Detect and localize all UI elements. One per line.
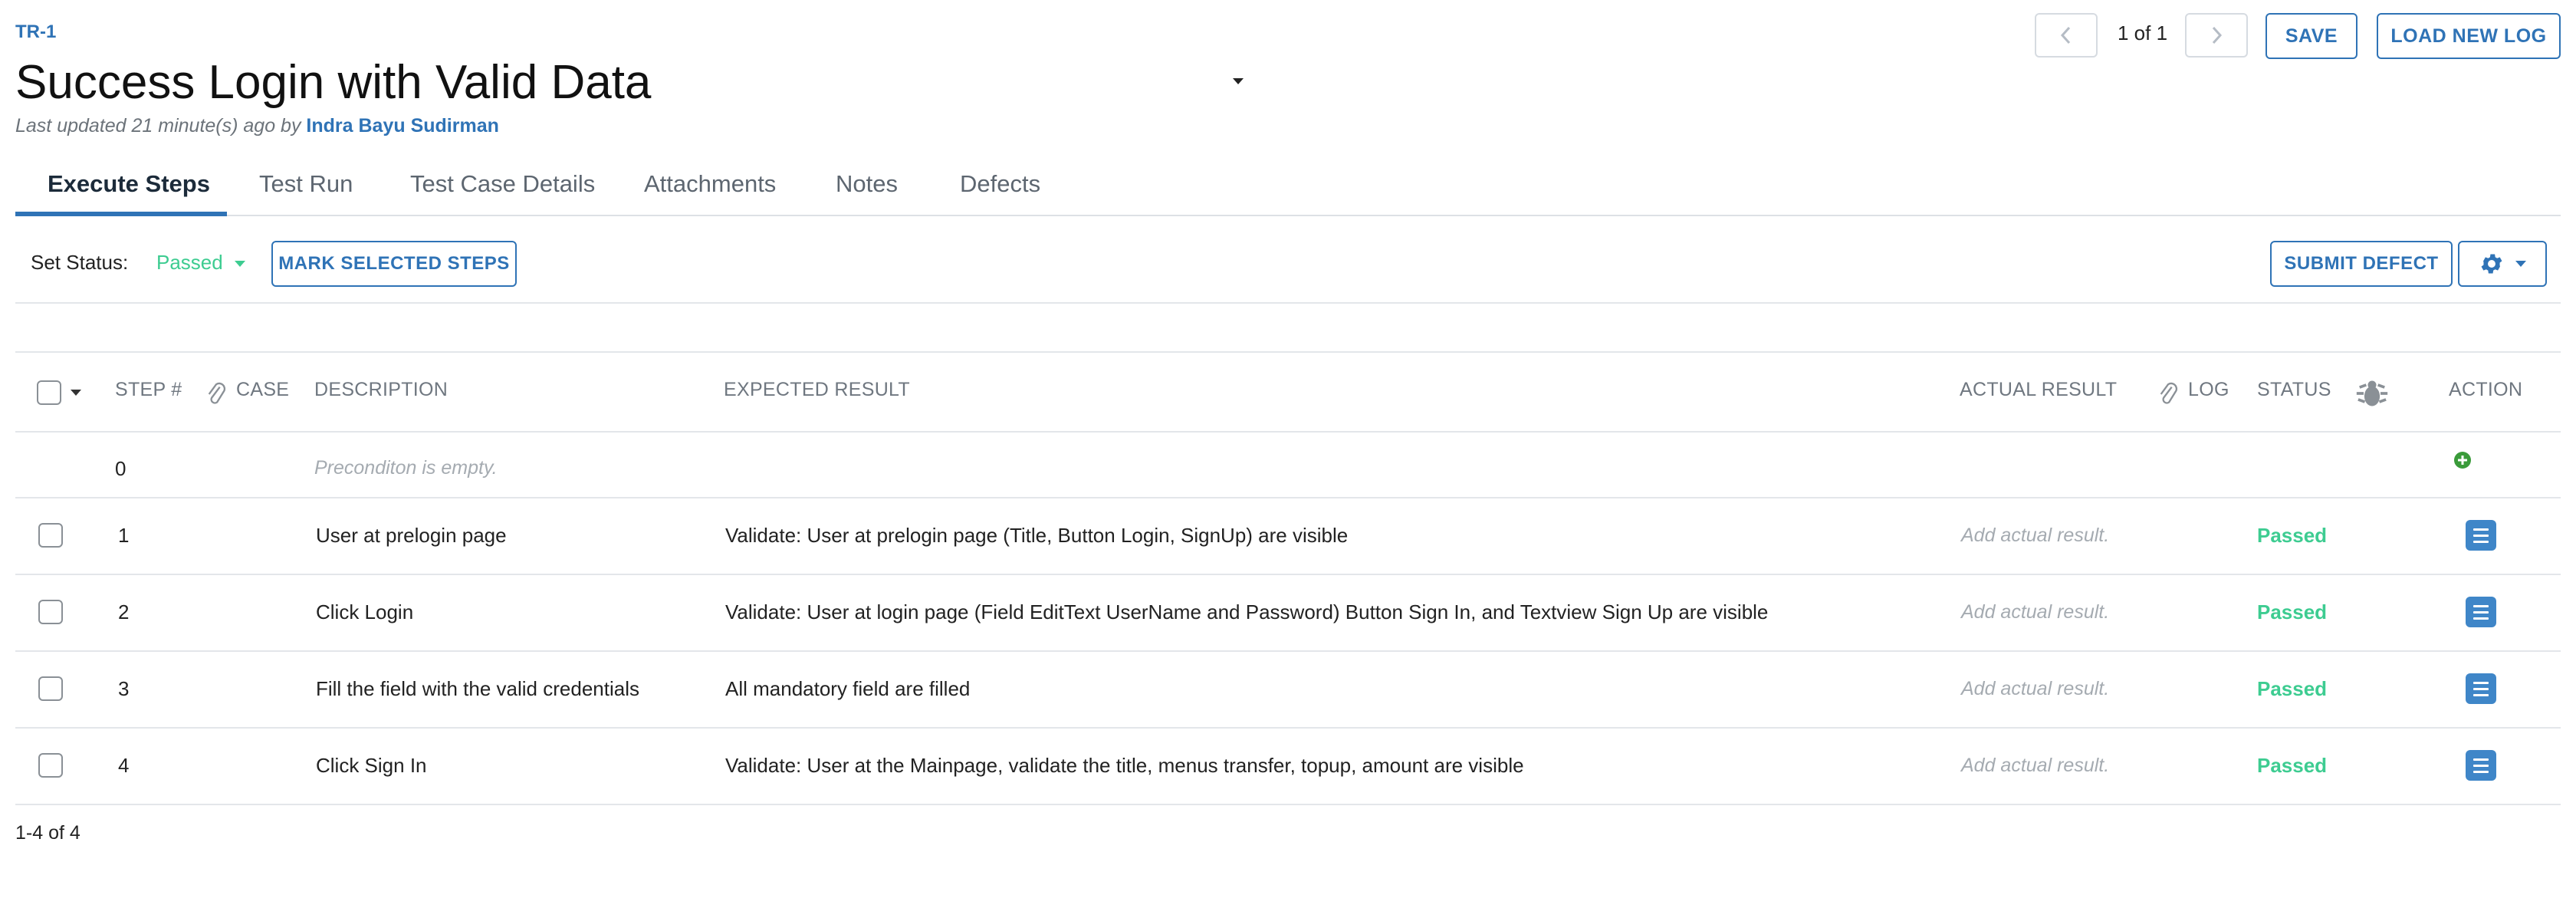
row-expected-result: All mandatory field are filled (725, 677, 971, 700)
row-checkbox[interactable] (38, 753, 63, 778)
col-description: DESCRIPTION (314, 379, 449, 400)
tab-notes[interactable]: Notes (836, 170, 898, 198)
row-action-menu-button[interactable] (2466, 673, 2496, 704)
case-id[interactable]: TR-1 (15, 21, 56, 43)
row-description: Click Login (316, 600, 414, 623)
prev-button[interactable] (2035, 13, 2098, 58)
row-checkbox[interactable] (38, 676, 63, 701)
pager-text: 1 of 1 (2118, 21, 2168, 44)
tab-attachments[interactable]: Attachments (644, 170, 776, 198)
tab-test-case-details[interactable]: Test Case Details (410, 170, 595, 198)
next-button[interactable] (2185, 13, 2248, 58)
col-actual-result: ACTUAL RESULT (1960, 379, 2118, 400)
row-status[interactable]: Passed (2257, 524, 2327, 548)
menu-lines-icon (2473, 604, 2489, 607)
row-description: Click Sign In (316, 754, 427, 777)
active-tab-indicator (15, 212, 227, 216)
status-select-value: Passed (156, 251, 223, 274)
row-description: User at prelogin page (316, 524, 507, 547)
row-action-menu-button[interactable] (2466, 750, 2496, 781)
row-divider (15, 574, 2561, 575)
row-step: 4 (118, 754, 130, 777)
row-actual-result-input[interactable]: Add actual result. (1961, 525, 2109, 547)
col-case: CASE (236, 379, 290, 400)
tab-test-run[interactable]: Test Run (259, 170, 353, 198)
row-action-menu-button[interactable] (2466, 520, 2496, 551)
mark-selected-steps-button[interactable]: MARK SELECTED STEPS (271, 241, 517, 287)
row-step: 1 (118, 524, 130, 547)
row-step: 3 (118, 677, 130, 700)
col-action: ACTION (2449, 379, 2523, 400)
header-divider (15, 431, 2561, 433)
row-divider (15, 650, 2561, 652)
row-divider (15, 727, 2561, 729)
row-expected-result: Validate: User at login page (Field Edit… (725, 600, 1769, 623)
paperclip-icon (2160, 382, 2178, 404)
tab-defects[interactable]: Defects (960, 170, 1040, 198)
toolbar-divider (15, 302, 2561, 304)
pagination-count: 1-4 of 4 (15, 822, 80, 844)
row-action-menu-button[interactable] (2466, 597, 2496, 627)
col-status: STATUS (2257, 379, 2331, 400)
row-divider (15, 804, 2561, 805)
select-all-caret-icon[interactable] (71, 390, 81, 396)
row-actual-result-input[interactable]: Add actual result. (1961, 755, 2109, 777)
row-description: Fill the field with the valid credential… (316, 677, 639, 700)
row-checkbox[interactable] (38, 523, 63, 548)
set-status-label: Set Status: (31, 251, 129, 274)
caret-down-icon (234, 261, 245, 268)
row-expected-result: Validate: User at the Mainpage, validate… (725, 754, 1524, 777)
menu-lines-icon (2473, 758, 2489, 761)
row-status[interactable]: Passed (2257, 600, 2327, 624)
submit-defect-button[interactable]: SUBMIT DEFECT (2270, 241, 2453, 287)
row-checkbox[interactable] (38, 600, 63, 624)
precondition-step: 0 (115, 457, 127, 480)
page-title: Success Login with Valid Data (15, 56, 652, 109)
menu-lines-icon (2473, 681, 2489, 684)
menu-lines-icon (2473, 528, 2489, 531)
tabs-divider (15, 215, 2561, 216)
status-select[interactable]: Passed (156, 251, 245, 275)
tab-execute-steps[interactable]: Execute Steps (48, 170, 210, 198)
last-updated: Last updated 21 minute(s) ago by Indra B… (15, 115, 499, 137)
row-actual-result-input[interactable]: Add actual result. (1961, 678, 2109, 700)
bug-icon (2356, 380, 2388, 406)
row-divider (15, 497, 2561, 498)
row-status[interactable]: Passed (2257, 677, 2327, 701)
chevron-left-icon (2060, 26, 2071, 44)
last-updated-text: Last updated 21 minute(s) ago by (15, 115, 301, 137)
row-actual-result-input[interactable]: Add actual result. (1961, 601, 2109, 623)
paperclip-icon (208, 382, 226, 404)
load-new-log-button[interactable]: LOAD NEW LOG (2377, 13, 2561, 59)
title-dropdown-icon[interactable] (1233, 78, 1244, 84)
col-expected-result: EXPECTED RESULT (724, 379, 910, 400)
settings-dropdown-button[interactable] (2458, 241, 2547, 287)
row-expected-result: Validate: User at prelogin page (Title, … (725, 524, 1349, 547)
updated-by-user[interactable]: Indra Bayu Sudirman (306, 115, 498, 137)
row-step: 2 (118, 600, 130, 623)
select-all-checkbox[interactable] (37, 380, 61, 405)
col-step: STEP # (115, 379, 182, 400)
row-status[interactable]: Passed (2257, 754, 2327, 778)
caret-down-icon (2515, 261, 2526, 267)
precondition-text: Preconditon is empty. (314, 457, 498, 479)
gear-icon (2481, 254, 2502, 274)
chevron-right-icon (2212, 26, 2223, 44)
table-top-border (15, 351, 2561, 353)
save-button[interactable]: SAVE (2266, 13, 2358, 59)
col-log: LOG (2188, 379, 2229, 400)
add-circle-icon[interactable] (2453, 451, 2472, 469)
